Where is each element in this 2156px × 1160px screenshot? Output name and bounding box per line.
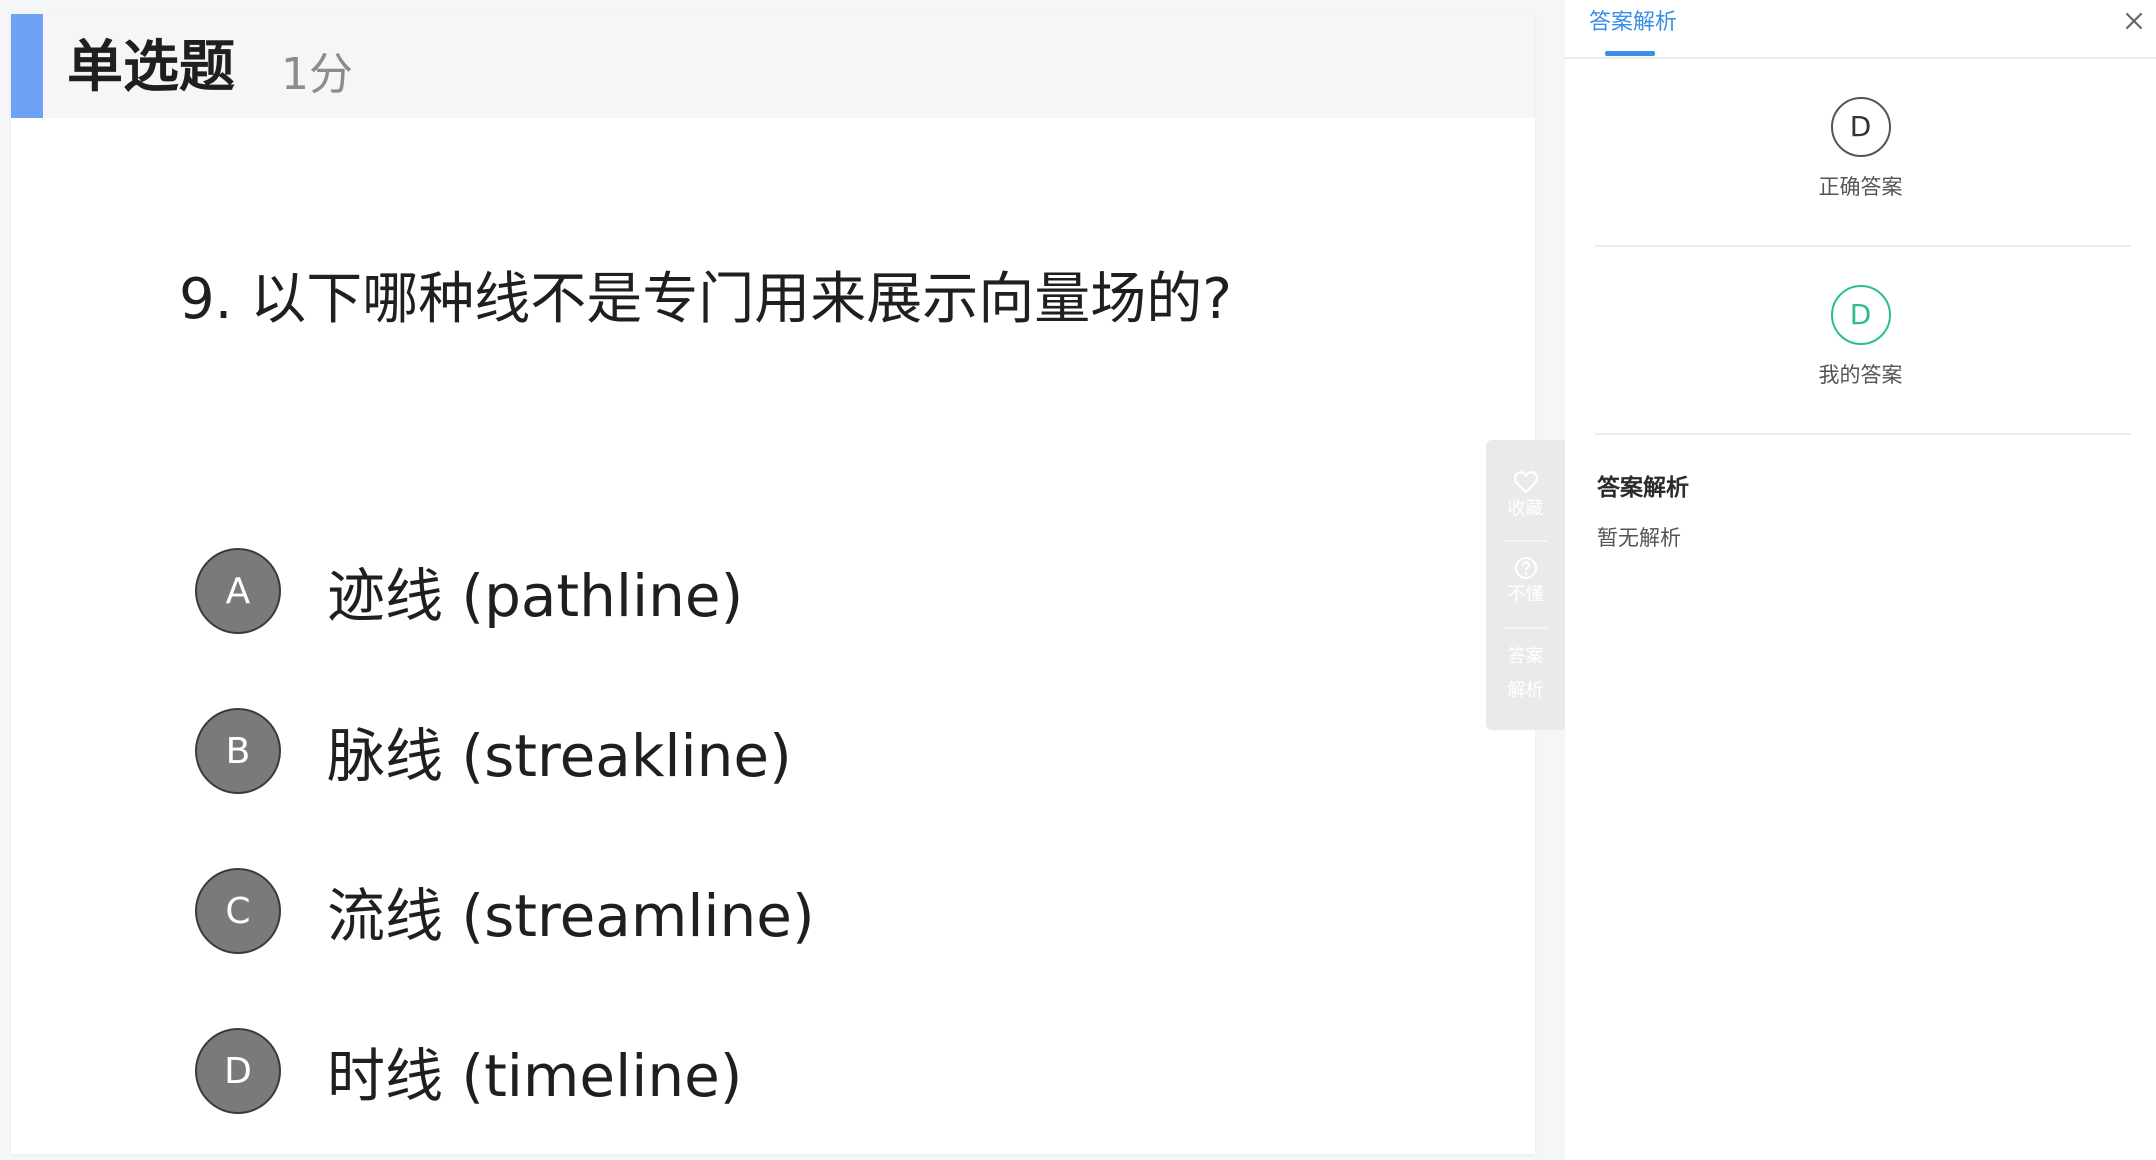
panel-divider bbox=[1595, 433, 2131, 435]
close-icon[interactable] bbox=[2121, 8, 2147, 34]
my-answer-block: D 我的答案 bbox=[1565, 285, 2156, 389]
analysis-text: 暂无解析 bbox=[1597, 526, 1681, 550]
option-c[interactable]: C 流线 (streamline) bbox=[195, 866, 815, 956]
option-badge: C bbox=[195, 868, 281, 954]
question-stem: 9. 以下哪种线不是专门用来展示向量场的? bbox=[179, 267, 1232, 332]
my-answer-label: 我的答案 bbox=[1818, 363, 1903, 387]
option-text: 迹线 (pathline) bbox=[327, 562, 744, 630]
panel-tabbar: 答案解析 bbox=[1565, 0, 2156, 59]
answer-analysis-panel: 答案解析 D 正确答案 D 我的答案 答案解析 暂无解析 bbox=[1565, 0, 2156, 1160]
answer-analysis-label-line1: 答案 bbox=[1507, 646, 1544, 667]
option-badge: B bbox=[195, 708, 281, 794]
toolbar-divider bbox=[1504, 540, 1547, 542]
panel-divider bbox=[1595, 245, 2131, 247]
correct-answer-label: 正确答案 bbox=[1818, 175, 1903, 199]
question-type: 单选题 bbox=[67, 35, 235, 100]
answer-analysis-label-line2: 解析 bbox=[1507, 680, 1544, 701]
side-toolbar: 收藏 不懂 答案 解析 bbox=[1486, 440, 1565, 730]
analysis-title: 答案解析 bbox=[1597, 475, 1689, 501]
heart-icon bbox=[1513, 471, 1538, 494]
dont-understand-button[interactable]: 不懂 bbox=[1486, 556, 1565, 606]
option-text: 流线 (streamline) bbox=[327, 882, 815, 950]
tab-answer-analysis[interactable]: 答案解析 bbox=[1589, 6, 1677, 40]
correct-answer-block: D 正确答案 bbox=[1565, 97, 2156, 201]
question-header: 单选题 1分 bbox=[11, 14, 1535, 118]
question-card: 单选题 1分 9. 以下哪种线不是专门用来展示向量场的? A 迹线 (pathl… bbox=[11, 14, 1535, 1154]
question-circle-icon bbox=[1514, 557, 1537, 579]
header-accent-bar bbox=[11, 14, 43, 118]
toolbar-divider bbox=[1504, 627, 1547, 629]
active-tab-indicator bbox=[1605, 51, 1655, 56]
dont-understand-label: 不懂 bbox=[1507, 584, 1544, 605]
favorite-label: 收藏 bbox=[1507, 498, 1544, 519]
option-b[interactable]: B 脉线 (streakline) bbox=[195, 706, 792, 796]
option-badge: D bbox=[195, 1028, 281, 1114]
correct-answer-badge: D bbox=[1830, 97, 1891, 157]
answer-analysis-button[interactable]: 答案 解析 bbox=[1486, 642, 1565, 702]
option-a[interactable]: A 迹线 (pathline) bbox=[195, 546, 743, 636]
my-answer-badge: D bbox=[1830, 285, 1891, 345]
option-badge: A bbox=[195, 548, 281, 634]
option-text: 脉线 (streakline) bbox=[327, 722, 792, 790]
favorite-button[interactable]: 收藏 bbox=[1486, 470, 1565, 520]
option-text: 时线 (timeline) bbox=[327, 1042, 743, 1110]
option-d[interactable]: D 时线 (timeline) bbox=[195, 1026, 742, 1116]
question-score: 1分 bbox=[281, 49, 353, 100]
